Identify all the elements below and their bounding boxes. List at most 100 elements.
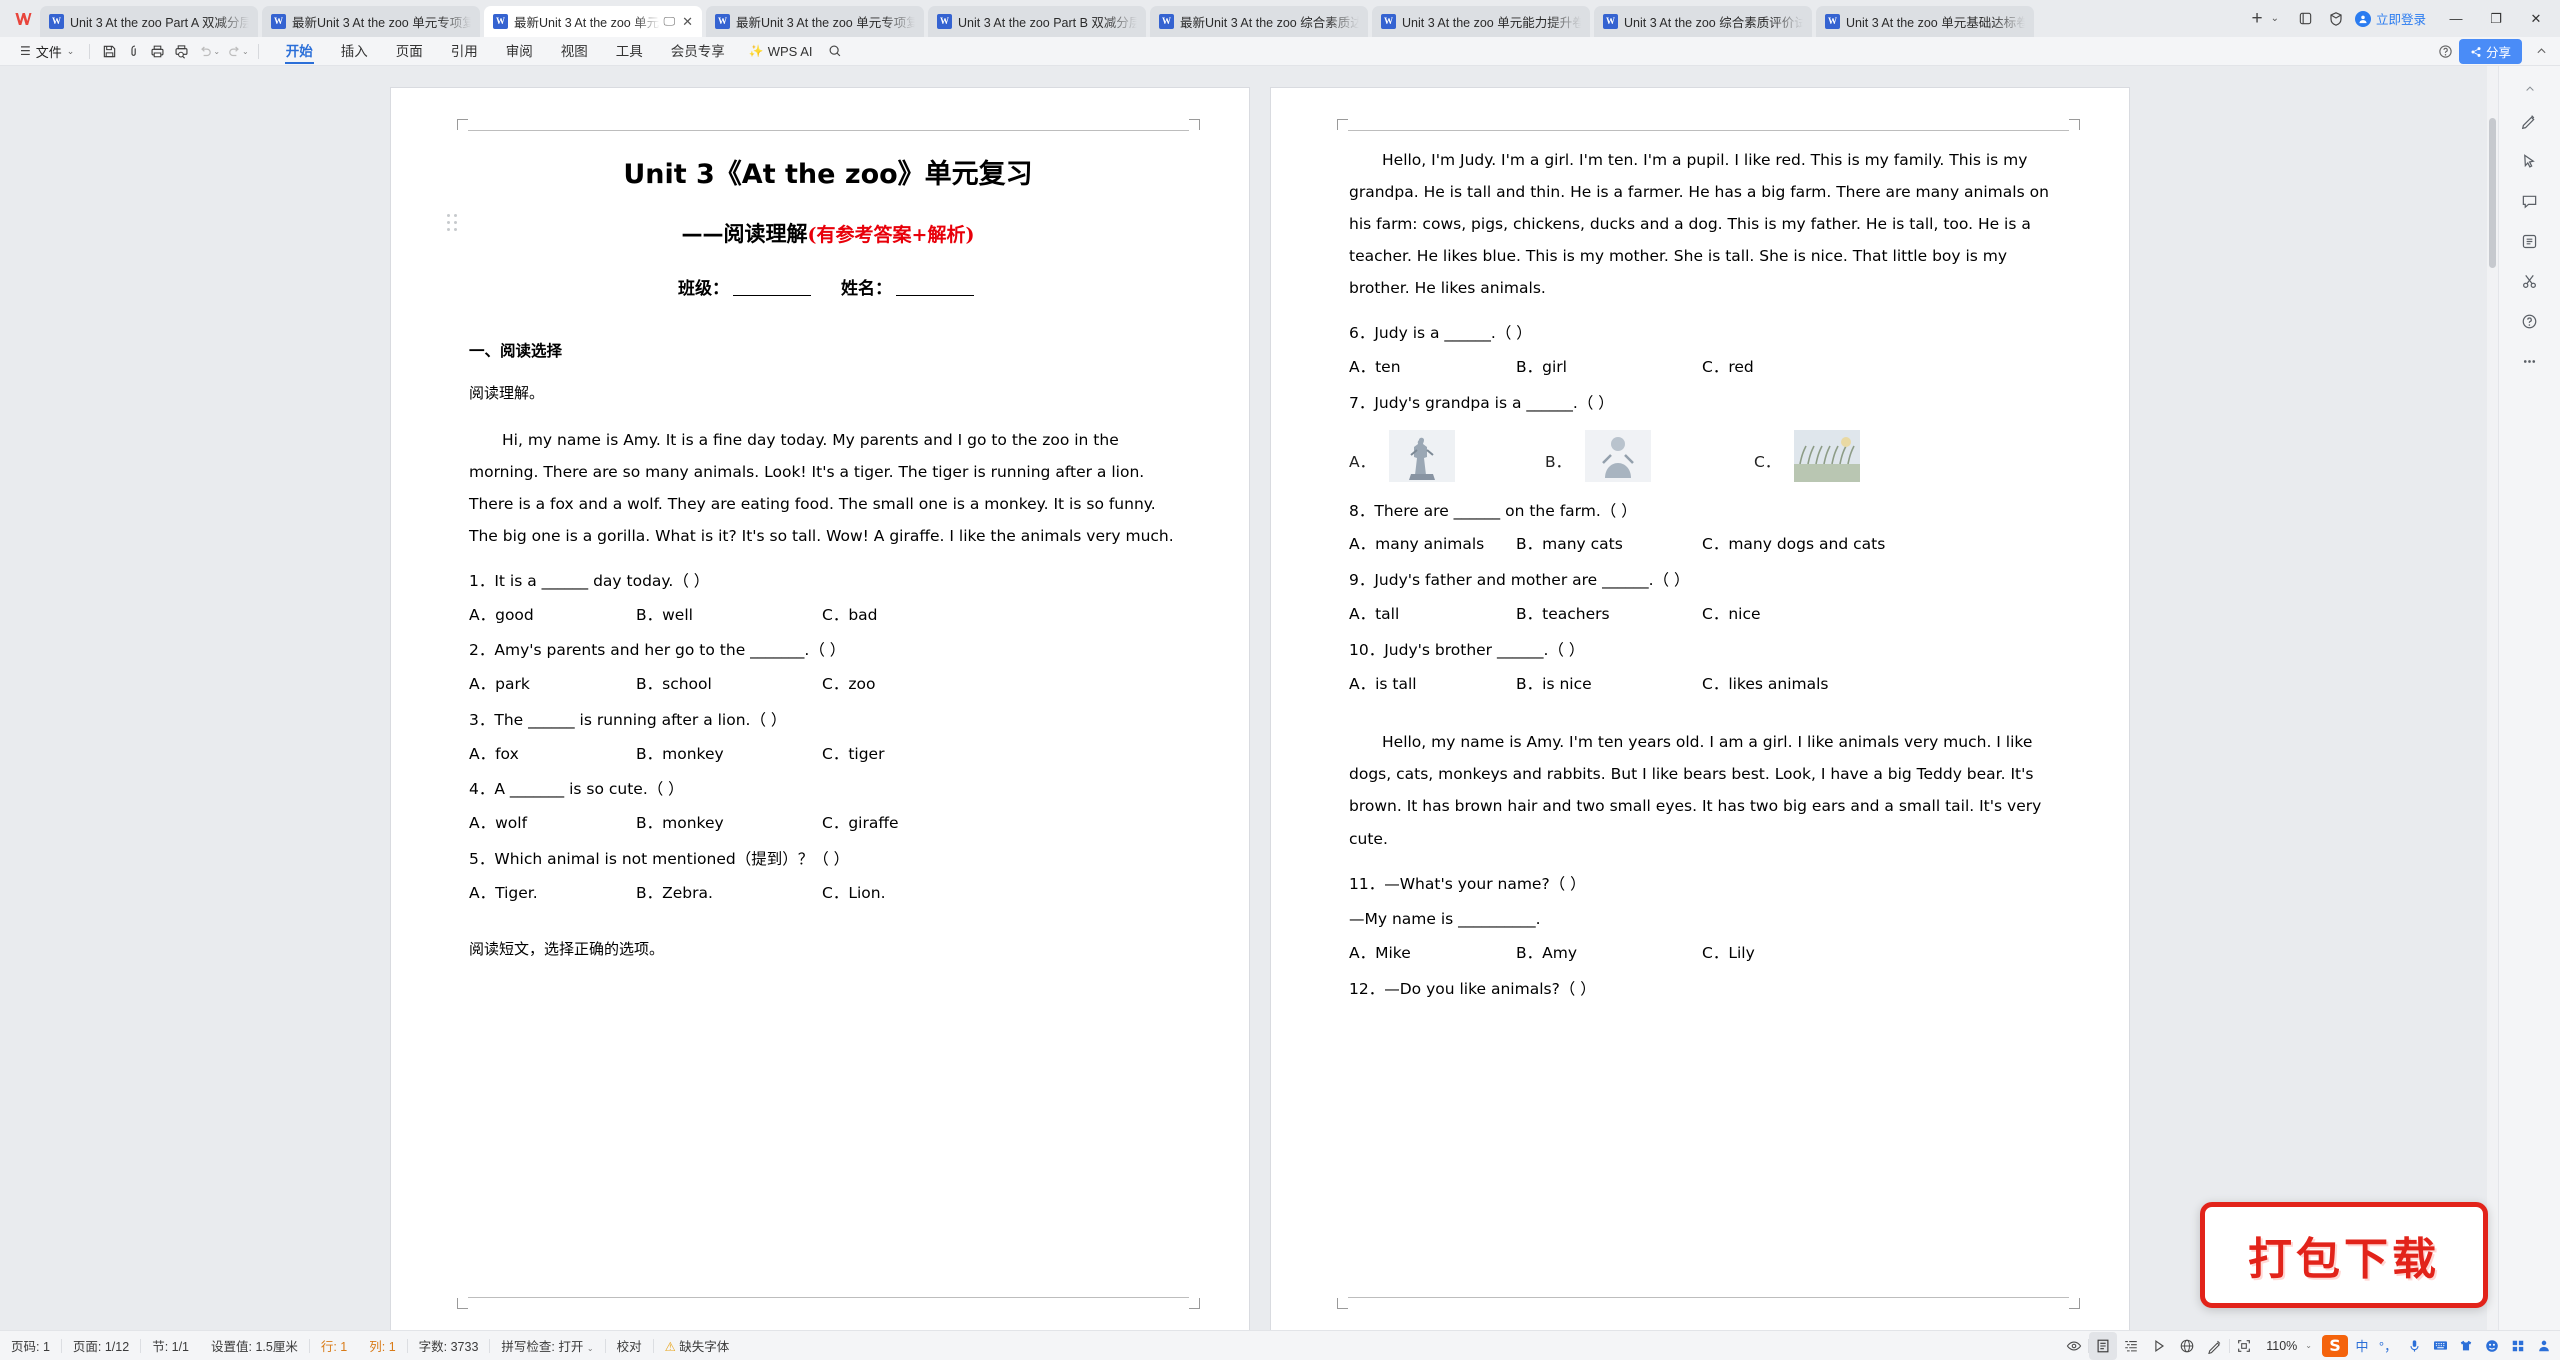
option-c[interactable]: C．bad <box>822 600 1187 632</box>
ribbon-tab-1[interactable]: 插入 <box>327 37 382 66</box>
document-page-1[interactable]: Unit 3《At the zoo》单元复习 ——阅读理解(有参考答案+解析) … <box>391 88 1249 1330</box>
option-b[interactable]: B．Amy <box>1516 938 1702 970</box>
name-blank[interactable] <box>896 295 974 296</box>
option-c[interactable]: C．many dogs and cats <box>1702 529 2067 561</box>
status-word-count[interactable]: 字数: 3733 <box>408 1336 490 1355</box>
search-icon[interactable] <box>822 38 848 64</box>
status-row[interactable]: 行: 1 <box>310 1336 358 1355</box>
new-tab-chevron-icon[interactable]: ⌄ <box>2269 13 2287 24</box>
package-download-button[interactable]: 打包下载 <box>2200 1202 2488 1308</box>
option-a[interactable]: A．fox <box>469 739 636 771</box>
option-a[interactable]: A．Tiger. <box>469 878 636 910</box>
option-a[interactable]: A．is tall <box>1349 669 1516 701</box>
option-b[interactable]: B．girl <box>1516 352 1702 384</box>
paragraph-drag-handle[interactable] <box>447 214 460 234</box>
option-b[interactable]: B．well <box>636 600 822 632</box>
zoom-chevron-icon[interactable]: ⌄ <box>2305 1341 2320 1350</box>
browser-tab-6[interactable]: WUnit 3 At the zoo 单元能力提升卷🖵✕ <box>1372 6 1590 37</box>
history-icon[interactable] <box>2511 222 2549 260</box>
browser-tab-2[interactable]: W 最新Unit 3 At the zoo 单元专项复习 🖵 ✕ <box>484 6 702 37</box>
option-b[interactable]: B．is nice <box>1516 669 1702 701</box>
option-a[interactable]: A．good <box>469 600 636 632</box>
tab-screen-icon[interactable]: 🖵 <box>664 14 676 29</box>
ribbon-tab-2[interactable]: 页面 <box>382 37 437 66</box>
more-dots-icon[interactable] <box>2511 342 2549 380</box>
ribbon-tab-3[interactable]: 引用 <box>437 37 492 66</box>
status-col[interactable]: 列: 1 <box>358 1336 406 1355</box>
option-a[interactable]: A．Mike <box>1349 938 1516 970</box>
mic-icon[interactable] <box>2402 1335 2426 1357</box>
browser-tab-7[interactable]: WUnit 3 At the zoo 综合素质评价试卷🖵✕ <box>1594 6 1812 37</box>
outline-view-icon[interactable] <box>2117 1332 2145 1360</box>
save-icon[interactable] <box>97 39 121 63</box>
ribbon-tab-5[interactable]: 视图 <box>547 37 602 66</box>
option-c[interactable]: C．nice <box>1702 599 2067 631</box>
status-section[interactable]: 节: 1/1 <box>141 1336 200 1355</box>
option-b[interactable]: B．monkey <box>636 739 822 771</box>
option-c[interactable]: C．zoo <box>822 669 1187 701</box>
cursor-select-icon[interactable] <box>2511 142 2549 180</box>
status-setting-value[interactable]: 设置值: 1.5厘米 <box>200 1336 309 1355</box>
sogou-ime-logo-icon[interactable]: S <box>2322 1334 2348 1357</box>
more-icon[interactable] <box>2532 1335 2556 1357</box>
status-spellcheck[interactable]: 拼写检查: 打开 ⌄ <box>490 1336 604 1355</box>
option-b[interactable]: B．Zebra. <box>636 878 822 910</box>
ribbon-tab-0[interactable]: 开始 <box>272 37 327 66</box>
ribbon-tab-7[interactable]: 会员专享 <box>657 37 739 66</box>
apps-icon[interactable] <box>2506 1335 2530 1357</box>
eye-icon[interactable] <box>2060 1332 2088 1360</box>
ribbon-tab-6[interactable]: 工具 <box>602 37 657 66</box>
window-minimize-button[interactable]: — <box>2436 4 2476 34</box>
window-close-button[interactable]: ✕ <box>2516 4 2556 34</box>
ribbon-collapse-icon[interactable] <box>2528 39 2554 65</box>
option-b[interactable]: B．school <box>636 669 822 701</box>
browser-tab-0[interactable]: WUnit 3 At the zoo Part A 双减分层🖵✕ <box>40 6 258 37</box>
option-a[interactable]: A．many animals <box>1349 529 1516 561</box>
help-circle-icon[interactable] <box>2511 302 2549 340</box>
browser-tab-5[interactable]: W最新Unit 3 At the zoo 综合素质达标🖵✕ <box>1150 6 1368 37</box>
class-blank[interactable] <box>733 295 811 296</box>
backup-shield-icon[interactable] <box>2321 3 2351 34</box>
comment-icon[interactable] <box>2511 182 2549 220</box>
web-view-icon[interactable] <box>2173 1332 2201 1360</box>
page-view-icon[interactable] <box>2089 1331 2118 1360</box>
option-c[interactable]: C．Lion. <box>822 878 1187 910</box>
undo-chevron-icon[interactable]: ⌄ <box>213 47 220 56</box>
person-figure-image[interactable] <box>1585 429 1651 482</box>
tab-list-icon[interactable] <box>2291 3 2321 34</box>
option-c[interactable]: C．likes animals <box>1702 669 2067 701</box>
login-button[interactable]: 立即登录 <box>2351 9 2436 28</box>
option-a[interactable]: A．park <box>469 669 636 701</box>
print-icon[interactable] <box>145 39 169 63</box>
skin-icon[interactable] <box>2454 1335 2478 1357</box>
wps-ai-button[interactable]: ✨ WPS AI <box>739 44 823 59</box>
option-b[interactable]: B．monkey <box>636 808 822 840</box>
window-restore-button[interactable]: ❐ <box>2476 4 2516 34</box>
document-page-2[interactable]: Hello, I'm Judy. I'm a girl. I'm ten. I'… <box>1271 88 2129 1330</box>
option-c[interactable]: C．tiger <box>822 739 1187 771</box>
ime-punctuation-toggle[interactable]: °， <box>2376 1335 2400 1357</box>
farm-field-image[interactable] <box>1794 429 1860 482</box>
file-menu-button[interactable]: ☰ 文件 ⌄ <box>12 39 82 63</box>
help-icon[interactable] <box>2433 39 2459 65</box>
scissors-icon[interactable] <box>2511 262 2549 300</box>
new-tab-button[interactable]: + <box>2245 8 2268 30</box>
option-a[interactable]: A．wolf <box>469 808 636 840</box>
cloud-save-icon[interactable] <box>121 39 145 63</box>
print-preview-icon[interactable] <box>169 39 193 63</box>
keyboard-icon[interactable] <box>2428 1335 2452 1357</box>
browser-tab-8[interactable]: WUnit 3 At the zoo 单元基础达标卷🖵✕ <box>1816 6 2034 37</box>
status-page-of[interactable]: 页面: 1/12 <box>62 1336 140 1355</box>
option-c[interactable]: C．giraffe <box>822 808 1187 840</box>
option-c[interactable]: C．Lily <box>1702 938 2067 970</box>
share-button[interactable]: 分享 <box>2458 39 2522 64</box>
zoom-level-label[interactable]: 110% <box>2258 1339 2305 1353</box>
chevron-up-icon[interactable] <box>2515 78 2545 100</box>
quick-access-chevron-icon[interactable]: ⌄ <box>242 47 249 56</box>
pencil-edit-icon[interactable] <box>2511 102 2549 140</box>
option-a[interactable]: A．tall <box>1349 599 1516 631</box>
status-page-number[interactable]: 页码: 1 <box>0 1336 61 1355</box>
scrollbar-thumb[interactable] <box>2489 118 2496 268</box>
brush-icon[interactable] <box>2201 1332 2229 1360</box>
browser-tab-4[interactable]: WUnit 3 At the zoo Part B 双减分层🖵✕ <box>928 6 1146 37</box>
